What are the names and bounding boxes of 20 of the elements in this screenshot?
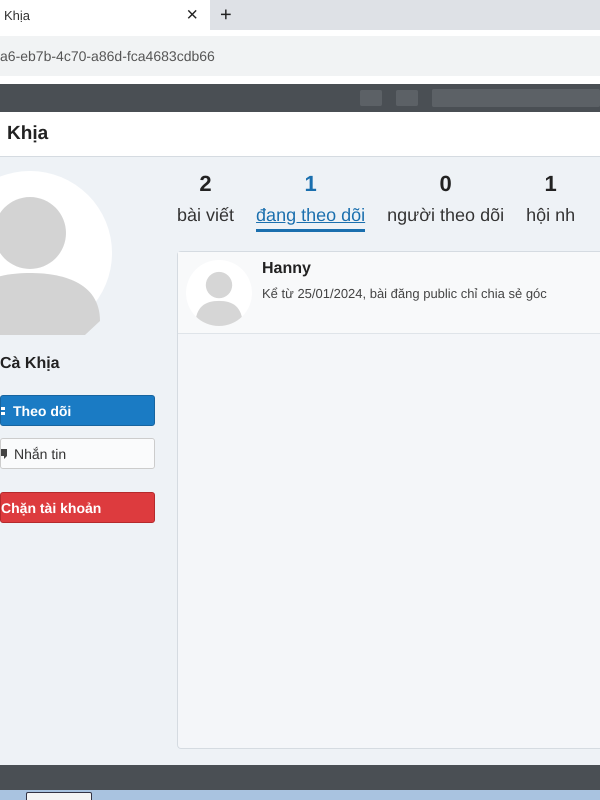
user-name: Hanny [262,260,312,278]
following-row[interactable]: Hanny Kể từ 25/01/2024, bài đăng public chỉ chia sẻ góc [178,252,600,334]
browser-tab[interactable]: Khịa × [0,0,210,30]
new-tab-button[interactable]: + [216,0,236,30]
message-icon [1,448,8,460]
follow-button[interactable]: Theo dõi [0,395,155,426]
message-button[interactable]: Nhắn tin [0,438,155,469]
stat-tab[interactable]: 2 bài viết [177,171,234,251]
block-button[interactable]: Chặn tài khoản [0,492,155,523]
tab-title: Khịa [4,8,30,22]
user-bio: Kể từ 25/01/2024, bài đăng public chỉ chia sẻ góc [262,286,547,301]
avatar-icon [186,260,252,326]
profile-name: Cà Khịa [0,355,60,373]
stat-tab[interactable]: 1 đang theo dõi [256,171,366,251]
address-bar[interactable]: a6-eb7b-4c70-a86d-fca4683cdb66 [0,36,600,76]
stat-tab[interactable]: 1 hội nh [526,171,576,251]
close-button[interactable]: × [182,4,202,26]
stat-tab[interactable]: 0 người theo dõi [387,171,504,251]
modal-title: Khịa [0,112,600,157]
avatar-icon [0,171,112,335]
